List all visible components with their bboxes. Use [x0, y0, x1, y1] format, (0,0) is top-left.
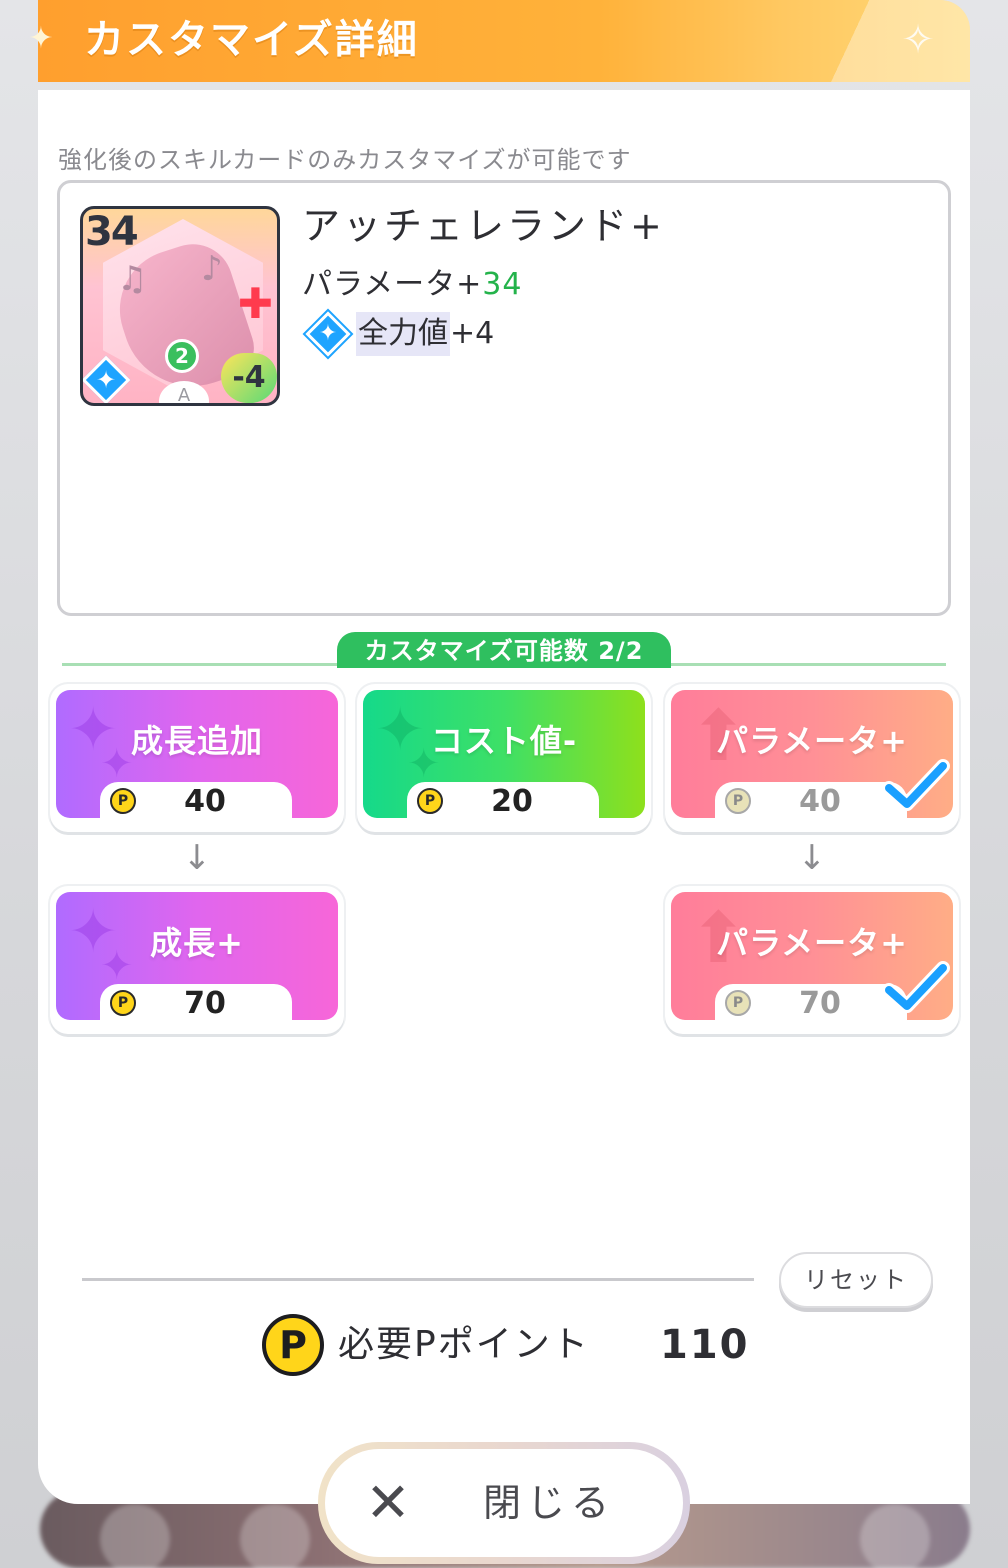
sparkle-icon: ✦: [28, 21, 54, 56]
p-coin-icon: P: [262, 1314, 324, 1376]
customize-count-badge: カスタマイズ可能数 2/2: [337, 632, 671, 668]
reset-button[interactable]: リセット: [779, 1252, 933, 1308]
card-effect: ✦ 全力値 +4: [304, 310, 495, 358]
heart-cost-badge: -4: [221, 353, 277, 403]
check-icon: [882, 759, 950, 811]
close-label: 閉じる: [483, 1481, 616, 1525]
option-cost: P 70: [100, 984, 292, 1020]
parameter-value: 34: [482, 267, 523, 302]
option-cost-value: 70: [799, 986, 841, 1020]
option-growth-plus[interactable]: ✦ ✦ 成長+ P 70: [50, 886, 344, 1034]
flow-down-arrow-icon: ↓: [182, 838, 212, 878]
option-label: パラメータ+: [716, 722, 908, 760]
star-icon: ✦: [95, 366, 117, 394]
card-parameter: パラメータ+34: [302, 262, 522, 308]
p-coin-icon: P: [110, 990, 136, 1016]
option-cost-minus[interactable]: ✦ ✦ コスト値- P 20: [357, 684, 651, 832]
option-cost-value: 70: [184, 986, 226, 1020]
card-name: アッチェレランド+: [302, 204, 665, 248]
parameter-label: パラメータ+: [302, 267, 483, 302]
p-coin-icon: P: [725, 990, 751, 1016]
option-growth-add[interactable]: ✦ ✦ 成長追加 P 40: [50, 684, 344, 832]
music-note-icon: ♪: [201, 249, 223, 289]
plus-icon: ✚: [237, 279, 273, 328]
option-cost: P 20: [407, 782, 599, 818]
option-cost-value: 40: [799, 784, 841, 818]
p-coin-icon: P: [110, 788, 136, 814]
option-label: 成長追加: [130, 722, 263, 760]
option-label: パラメータ+: [716, 924, 908, 962]
p-coin-icon: P: [417, 788, 443, 814]
dialog-title: カスタマイズ詳細: [84, 17, 419, 63]
sparkle-deco-icon: ✧: [901, 17, 935, 63]
music-note-icon: ♫: [117, 259, 148, 299]
card-cost-badge: 2: [165, 339, 199, 373]
check-icon: [882, 961, 950, 1013]
p-coin-icon: P: [725, 788, 751, 814]
skill-card-thumbnail[interactable]: ♫ ♪ 34 ✚ ✦ A 2 -4: [80, 206, 280, 406]
option-cost-value: 40: [184, 784, 226, 818]
flow-down-arrow-icon: ↓: [797, 838, 827, 878]
close-icon: ✕: [365, 1471, 411, 1534]
option-cost-value: 20: [491, 784, 533, 818]
divider: [82, 1278, 754, 1281]
option-cost: P 70: [715, 984, 907, 1020]
option-label: 成長+: [150, 924, 244, 962]
option-parameter-plus[interactable]: ⬆ パラメータ+ P 40: [665, 684, 959, 832]
customize-notice: 強化後のスキルカードのみカスタマイズが可能です: [58, 146, 632, 174]
option-cost: P 40: [100, 782, 292, 818]
card-level: 34: [85, 209, 139, 255]
option-label: コスト値-: [430, 722, 578, 760]
option-cost: P 40: [715, 782, 907, 818]
required-points-value: 110: [660, 1322, 750, 1368]
required-points-label: 必要Pポイント: [338, 1324, 590, 1365]
full-power-icon: ✦: [304, 310, 352, 358]
effect-label: 全力値: [356, 312, 450, 356]
option-parameter-plus-2[interactable]: ⬆ パラメータ+ P 70: [665, 886, 959, 1034]
close-button[interactable]: ✕ 閉じる: [318, 1442, 690, 1564]
effect-value: +4: [450, 316, 495, 351]
